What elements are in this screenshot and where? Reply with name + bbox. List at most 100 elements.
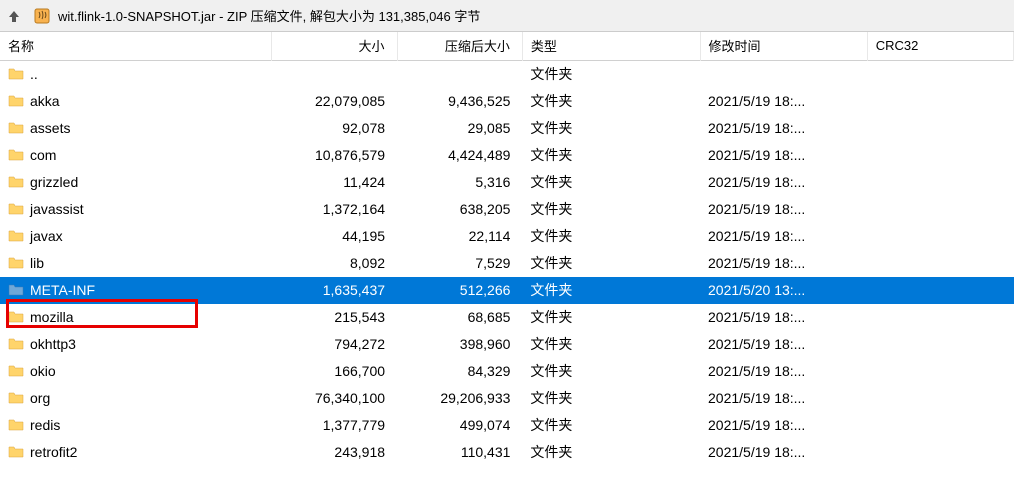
cell-date: 2021/5/19 18:... [700,223,867,250]
cell-name[interactable]: grizzled [0,169,260,196]
cell-name[interactable]: okio [0,358,260,385]
cell-size: 10,876,579 [272,142,397,169]
cell-size: 794,272 [272,331,397,358]
cell-date: 2021/5/19 18:... [700,115,867,142]
table-row[interactable]: javax44,19522,114文件夹2021/5/19 18:... [0,223,1014,250]
cell-crc [867,277,1013,304]
cell-name[interactable]: org [0,385,260,412]
cell-date: 2021/5/19 18:... [700,412,867,439]
cell-type: 文件夹 [522,358,700,385]
file-name-label: okhttp3 [30,336,76,352]
cell-size: 166,700 [272,358,397,385]
file-name-label: .. [30,66,38,82]
cell-type: 文件夹 [522,196,700,223]
cell-packed: 29,085 [397,115,522,142]
cell-crc [867,250,1013,277]
cell-date [700,60,867,88]
cell-date: 2021/5/19 18:... [700,331,867,358]
table-row[interactable]: assets 92,07829,085文件夹2021/5/19 18:... [0,115,1014,142]
table-row[interactable]: retrofit2243,918110,431文件夹2021/5/19 18:.… [0,439,1014,466]
cell-crc [867,60,1013,88]
header-size[interactable]: 大小 [272,32,397,60]
cell-packed: 7,529 [397,250,522,277]
table-row[interactable]: akka22,079,0859,436,525文件夹2021/5/19 18:.… [0,88,1014,115]
cell-name[interactable]: lib [0,250,260,277]
table-row[interactable]: mozilla215,54368,685文件夹2021/5/19 18:... [0,304,1014,331]
table-row[interactable]: javassist1,372,164638,205文件夹2021/5/19 18… [0,196,1014,223]
archive-title: wit.flink-1.0-SNAPSHOT.jar - ZIP 压缩文件, 解… [58,6,480,25]
cell-packed: 110,431 [397,439,522,466]
cell-crc [867,331,1013,358]
cell-name[interactable]: javax [0,223,260,250]
cell-name[interactable]: akka [0,88,260,115]
cell-size: 243,918 [272,439,397,466]
cell-type: 文件夹 [522,115,700,142]
cell-crc [867,412,1013,439]
header-name[interactable]: 名称 [0,32,272,60]
cell-size: 1,635,437 [272,277,397,304]
folder-icon [8,121,24,135]
cell-crc [867,196,1013,223]
folder-icon [8,364,24,378]
file-list-table: 名称 大小 压缩后大小 类型 修改时间 CRC32 ..文件夹akka22,07… [0,32,1014,466]
cell-date: 2021/5/19 18:... [700,88,867,115]
file-name-label: org [30,390,50,406]
cell-name[interactable]: .. [0,61,260,88]
folder-icon [8,337,24,351]
cell-crc [867,304,1013,331]
cell-type: 文件夹 [522,250,700,277]
cell-name[interactable]: javassist [0,196,260,223]
file-name-label: grizzled [30,174,78,190]
cell-crc [867,385,1013,412]
cell-crc [867,115,1013,142]
cell-packed: 68,685 [397,304,522,331]
folder-icon [8,94,24,108]
table-row[interactable]: grizzled11,4245,316文件夹2021/5/19 18:... [0,169,1014,196]
cell-name[interactable]: META-INF [0,277,260,304]
cell-packed: 29,206,933 [397,385,522,412]
cell-name[interactable]: com [0,142,260,169]
cell-date: 2021/5/19 18:... [700,142,867,169]
cell-name[interactable]: mozilla [0,304,260,331]
header-date[interactable]: 修改时间 [700,32,867,60]
header-crc[interactable]: CRC32 [867,32,1013,60]
cell-packed: 9,436,525 [397,88,522,115]
cell-crc [867,439,1013,466]
table-row[interactable]: lib8,0927,529文件夹2021/5/19 18:... [0,250,1014,277]
cell-crc [867,358,1013,385]
file-name-label: mozilla [30,309,74,325]
up-arrow-button[interactable] [4,6,24,26]
table-row[interactable]: okio166,70084,329文件夹2021/5/19 18:... [0,358,1014,385]
jar-file-icon [32,6,52,26]
file-name-label: retrofit2 [30,444,77,460]
cell-name[interactable]: okhttp3 [0,331,260,358]
cell-size: 8,092 [272,250,397,277]
cell-name[interactable]: redis [0,412,260,439]
cell-packed: 638,205 [397,196,522,223]
table-row[interactable]: META-INF1,635,437512,266文件夹2021/5/20 13:… [0,277,1014,304]
cell-date: 2021/5/20 13:... [700,277,867,304]
cell-name[interactable]: retrofit2 [0,439,260,466]
cell-name[interactable]: assets [0,115,260,142]
folder-icon [8,67,24,81]
header-type[interactable]: 类型 [522,32,700,60]
cell-size: 1,372,164 [272,196,397,223]
cell-packed [397,60,522,88]
file-name-label: javassist [30,201,84,217]
table-row[interactable]: ..文件夹 [0,60,1014,88]
table-row[interactable]: com10,876,5794,424,489文件夹2021/5/19 18:..… [0,142,1014,169]
folder-icon [8,256,24,270]
cell-size: 92,078 [272,115,397,142]
folder-icon [8,418,24,432]
table-row[interactable]: redis1,377,779499,074文件夹2021/5/19 18:... [0,412,1014,439]
table-row[interactable]: okhttp3794,272398,960文件夹2021/5/19 18:... [0,331,1014,358]
cell-date: 2021/5/19 18:... [700,169,867,196]
header-packed[interactable]: 压缩后大小 [397,32,522,60]
table-row[interactable]: org76,340,10029,206,933文件夹2021/5/19 18:.… [0,385,1014,412]
cell-packed: 22,114 [397,223,522,250]
file-name-label: redis [30,417,60,433]
cell-type: 文件夹 [522,169,700,196]
cell-type: 文件夹 [522,277,700,304]
toolbar: wit.flink-1.0-SNAPSHOT.jar - ZIP 压缩文件, 解… [0,0,1014,32]
cell-crc [867,88,1013,115]
